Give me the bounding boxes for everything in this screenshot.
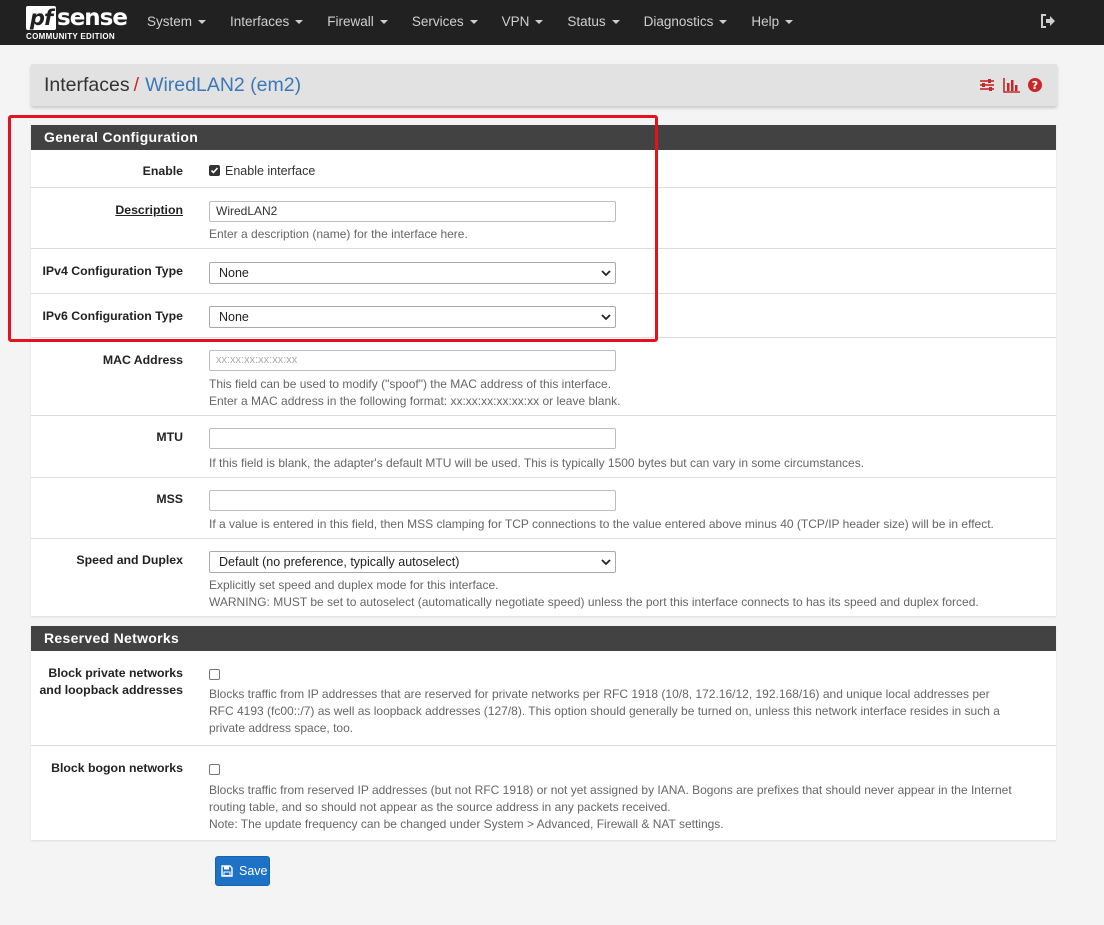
menu-system[interactable]: System bbox=[135, 0, 218, 45]
menu-help[interactable]: Help bbox=[739, 0, 805, 45]
caret-down-icon bbox=[469, 20, 478, 25]
block-private-help-2: RFC 4193 (fc00::/7) as well as loopback … bbox=[209, 704, 1000, 718]
mss-label: MSS bbox=[156, 492, 183, 506]
reserved-networks-panel: Reserved Networks Block private networks… bbox=[31, 626, 1056, 840]
menu-interfaces[interactable]: Interfaces bbox=[218, 0, 315, 45]
mtu-input[interactable] bbox=[209, 428, 616, 449]
save-button[interactable]: Save bbox=[215, 856, 270, 886]
speed-duplex-label: Speed and Duplex bbox=[76, 553, 183, 567]
mtu-row: MTU If this field is blank, the adapter'… bbox=[31, 416, 1056, 478]
menu-firewall[interactable]: Firewall bbox=[315, 0, 400, 45]
caret-down-icon bbox=[785, 20, 794, 25]
caret-down-icon bbox=[295, 20, 304, 25]
block-bogon-help-1: Blocks traffic from reserved IP addresse… bbox=[209, 783, 1012, 797]
logo-edition: COMMUNITY EDITION bbox=[26, 32, 115, 41]
block-bogon-row: Block bogon networks Blocks traffic from… bbox=[31, 746, 1056, 840]
logo-pf-mark: pf bbox=[26, 6, 56, 30]
block-bogon-checkbox[interactable] bbox=[209, 764, 220, 776]
svg-text:?: ? bbox=[1032, 79, 1038, 92]
mac-address-input[interactable]: xx:xx:xx:xx:xx:xx bbox=[209, 350, 616, 371]
sign-out-icon[interactable] bbox=[1040, 13, 1056, 29]
breadcrumb-actions: ? bbox=[979, 77, 1043, 93]
menu-status[interactable]: Status bbox=[555, 0, 631, 45]
block-private-row: Block private networks and loopback addr… bbox=[31, 651, 1056, 746]
top-navbar: pf sense COMMUNITY EDITION System Interf… bbox=[0, 0, 1104, 45]
caret-down-icon bbox=[535, 20, 544, 25]
speed-duplex-row: Speed and Duplex Default (no preference,… bbox=[31, 539, 1056, 616]
block-private-checkbox[interactable] bbox=[209, 669, 220, 681]
breadcrumb-current[interactable]: WiredLAN2 (em2) bbox=[145, 74, 301, 96]
breadcrumb-separator: / bbox=[133, 74, 140, 96]
menu-vpn[interactable]: VPN bbox=[490, 0, 556, 45]
block-private-label: Block private networks and loopback addr… bbox=[39, 666, 183, 697]
mac-help-1: This field can be used to modify ("spoof… bbox=[209, 377, 612, 391]
breadcrumb: Interfaces / WiredLAN2 (em2) ? bbox=[31, 64, 1057, 106]
block-bogon-help-3: Note: The update frequency can be change… bbox=[209, 817, 724, 831]
highlight-box bbox=[8, 115, 658, 342]
block-bogon-label: Block bogon networks bbox=[51, 761, 183, 775]
panel-heading: Reserved Networks bbox=[31, 626, 1056, 651]
main-menu: System Interfaces Firewall Services VPN … bbox=[135, 0, 805, 45]
block-bogon-help-2: routing table, and so should not appear … bbox=[209, 800, 671, 814]
speed-duplex-select[interactable]: Default (no preference, typically autose… bbox=[209, 551, 616, 573]
mss-input[interactable] bbox=[209, 490, 616, 511]
mac-address-label: MAC Address bbox=[102, 353, 183, 367]
mtu-label: MTU bbox=[156, 430, 183, 444]
mtu-help: If this field is blank, the adapter's de… bbox=[209, 456, 865, 470]
menu-services[interactable]: Services bbox=[400, 0, 490, 45]
bar-chart-icon[interactable] bbox=[1003, 77, 1020, 93]
mss-row: MSS If a value is entered in this field,… bbox=[31, 478, 1056, 539]
pfsense-logo[interactable]: pf sense COMMUNITY EDITION bbox=[26, 5, 128, 42]
caret-down-icon bbox=[719, 20, 728, 25]
caret-down-icon bbox=[379, 20, 388, 25]
mac-address-row: MAC Address xx:xx:xx:xx:xx:xx This field… bbox=[31, 338, 1056, 416]
block-private-help-1: Blocks traffic from IP addresses that ar… bbox=[209, 687, 990, 701]
caret-down-icon bbox=[198, 20, 207, 25]
caret-down-icon bbox=[611, 20, 620, 25]
speed-help-1: Explicitly set speed and duplex mode for… bbox=[209, 578, 499, 592]
logo-wordmark: sense bbox=[57, 5, 128, 31]
sliders-icon[interactable] bbox=[979, 77, 995, 93]
breadcrumb-interfaces[interactable]: Interfaces bbox=[44, 74, 130, 96]
mac-help-2: Enter a MAC address in the following for… bbox=[209, 394, 621, 408]
chevron-down-icon bbox=[601, 559, 611, 566]
speed-help-2: WARNING: MUST be set to autoselect (auto… bbox=[209, 595, 979, 609]
block-private-help-3: private address space, too. bbox=[209, 721, 354, 735]
save-icon bbox=[221, 865, 233, 877]
mss-help: If a value is entered in this field, the… bbox=[209, 517, 994, 531]
question-circle-icon[interactable]: ? bbox=[1027, 77, 1043, 93]
menu-diagnostics[interactable]: Diagnostics bbox=[632, 0, 740, 45]
